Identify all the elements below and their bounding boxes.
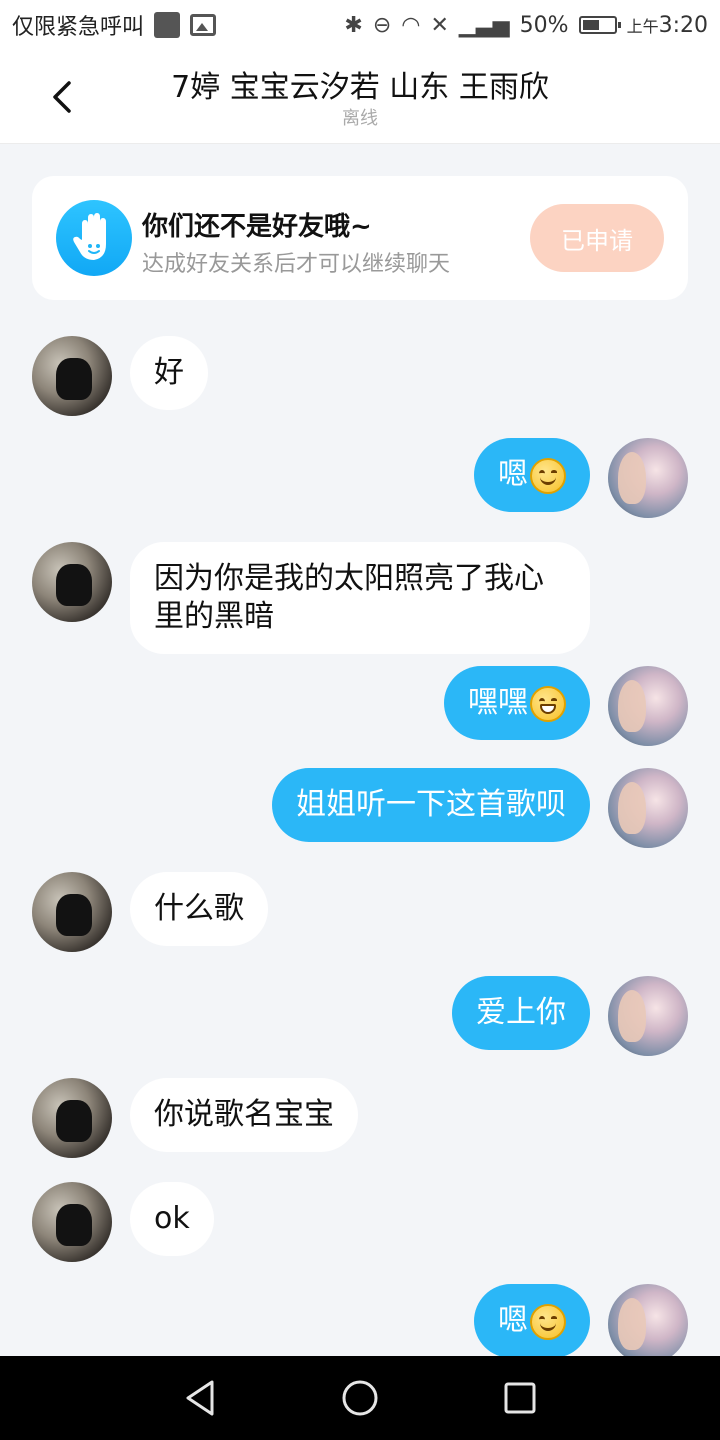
circle-home-icon [342, 1380, 378, 1416]
message-text: 嗯 [498, 1303, 528, 1338]
nav-recents-button[interactable] [490, 1368, 550, 1428]
battery-icon [578, 16, 621, 34]
message-bubble[interactable]: 好 [130, 336, 208, 410]
notification-app-icon [154, 12, 181, 38]
message-bubble[interactable]: 嗯 [474, 1284, 590, 1358]
message-bubble[interactable]: 你说歌名宝宝 [130, 1078, 358, 1152]
online-status: 离线 [342, 108, 378, 129]
message-bubble[interactable]: 因为你是我的太阳照亮了我心里的黑暗 [130, 542, 590, 654]
message-bubble[interactable]: 姐姐听一下这首歌呗 [272, 768, 590, 842]
message-text: 嗯 [498, 457, 528, 492]
my-avatar[interactable] [608, 438, 688, 518]
waving-hand-icon [56, 200, 132, 276]
grin-emoji-icon [530, 685, 566, 722]
image-notification-icon [190, 14, 217, 36]
chat-header: 7婷 宝宝云汐若 山东 王雨欣 离线 [0, 50, 720, 144]
message-bubble[interactable]: 爱上你 [452, 976, 590, 1050]
message-row: 嘿嘿 [444, 666, 688, 746]
my-avatar[interactable] [608, 976, 688, 1056]
contact-avatar[interactable] [32, 542, 112, 622]
message-bubble[interactable]: 什么歌 [130, 872, 268, 946]
message-row: ok [32, 1182, 214, 1262]
my-avatar[interactable] [608, 1284, 688, 1364]
contact-avatar[interactable] [32, 1078, 112, 1158]
message-bubble[interactable]: ok [130, 1182, 214, 1256]
chat-title: 7婷 宝宝云汐若 山东 王雨欣 [171, 70, 549, 105]
message-bubble[interactable]: 嘿嘿 [444, 666, 590, 740]
smile-emoji-icon [530, 1303, 566, 1340]
battery-percent: 50% [519, 12, 569, 38]
am-pm-label: 上午 [626, 16, 659, 36]
message-row: 什么歌 [32, 872, 268, 952]
wifi-icon: ◠ [401, 12, 421, 38]
status-bar: 仅限紧急呼叫 ✱ ⊖ ◠ ✕ ▁▃▅ 50% 上午3:20 [0, 0, 720, 50]
clock: 3:20 [658, 12, 708, 38]
message-row: 嗯 [474, 438, 688, 518]
my-avatar[interactable] [608, 768, 688, 848]
message-row: 你说歌名宝宝 [32, 1078, 358, 1158]
message-row: 因为你是我的太阳照亮了我心里的黑暗 [32, 542, 590, 654]
message-row: 爱上你 [452, 976, 688, 1056]
contact-avatar[interactable] [32, 872, 112, 952]
message-row: 好 [32, 336, 208, 416]
smile-emoji-icon [530, 457, 566, 494]
message-row: 嗯 [474, 1284, 688, 1364]
message-row: 姐姐听一下这首歌呗 [272, 768, 688, 848]
status-left: 仅限紧急呼叫 [12, 9, 217, 41]
system-nav-bar [0, 1356, 720, 1440]
contact-avatar[interactable] [32, 336, 112, 416]
message-bubble[interactable]: 嗯 [474, 438, 590, 512]
nav-back-button[interactable] [170, 1368, 230, 1428]
applied-button[interactable]: 已申请 [530, 204, 664, 272]
friend-card-title: 你们还不是好友哦~ [142, 212, 372, 242]
bluetooth-icon: ✱ [344, 12, 363, 38]
my-avatar[interactable] [608, 666, 688, 746]
status-right: ✱ ⊖ ◠ ✕ ▁▃▅ 50% 上午3:20 [344, 13, 708, 38]
nav-home-button[interactable] [330, 1368, 390, 1428]
carrier-text: 仅限紧急呼叫 [12, 15, 145, 40]
square-recents-icon [504, 1382, 536, 1414]
message-text: 嘿嘿 [468, 685, 528, 720]
no-call-icon: ✕ [430, 12, 449, 38]
contact-avatar[interactable] [32, 1182, 112, 1262]
do-not-disturb-icon: ⊖ [372, 12, 392, 38]
triangle-back-icon [186, 1380, 214, 1416]
friend-request-card: 你们还不是好友哦~ 达成好友关系后才可以继续聊天 已申请 [32, 176, 688, 300]
signal-icon: ▁▃▅ [458, 12, 510, 38]
friend-card-subtitle: 达成好友关系后才可以继续聊天 [142, 252, 451, 277]
